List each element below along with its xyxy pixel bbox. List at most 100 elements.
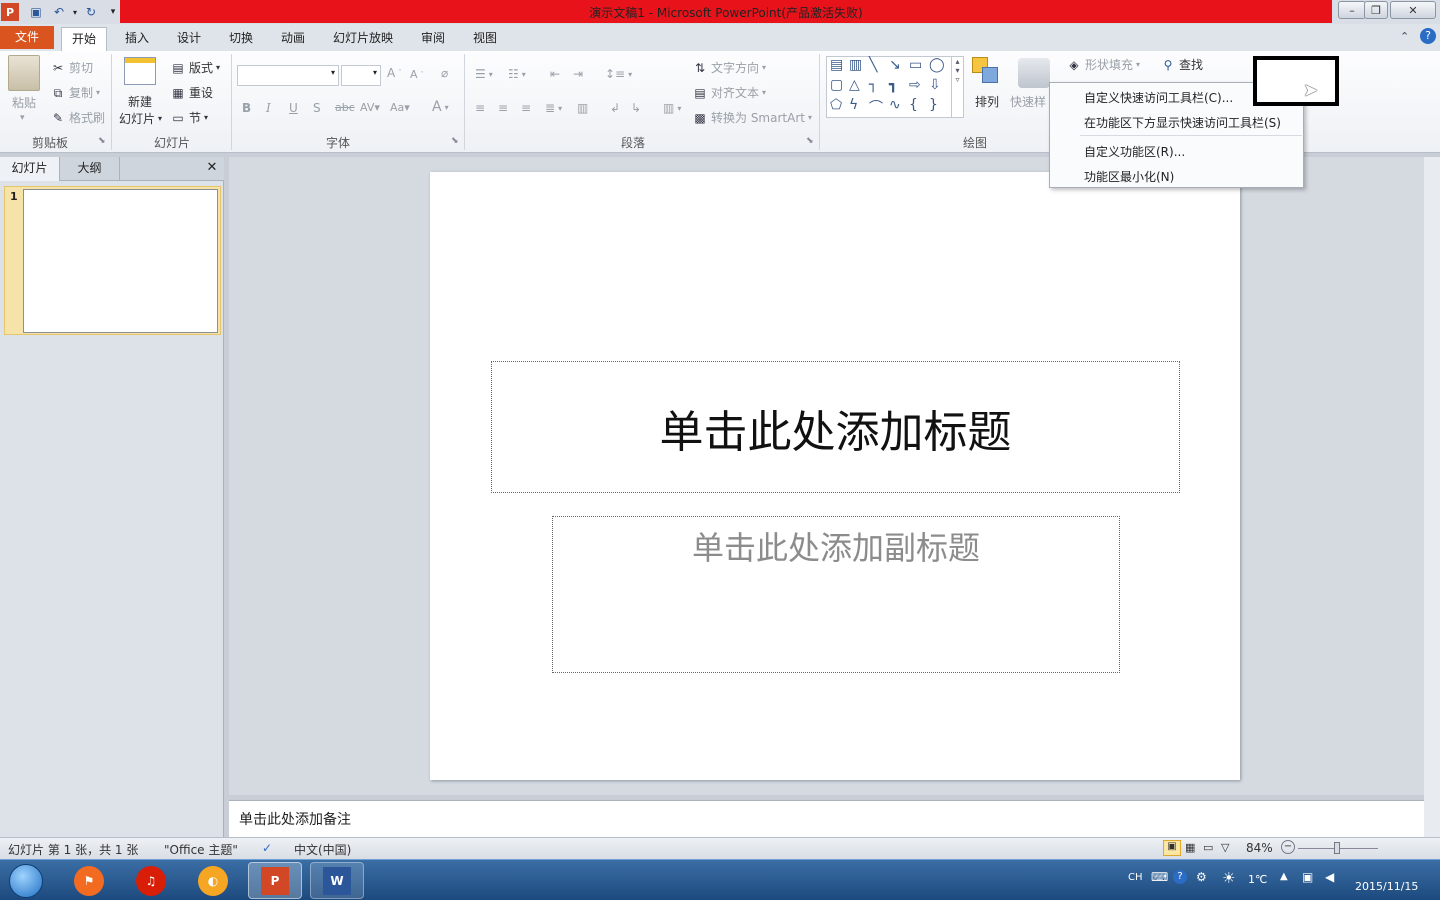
right-arrow-shape-icon[interactable]: ⇨ — [909, 77, 921, 93]
slideshow-view-icon[interactable]: ▽ — [1221, 841, 1229, 854]
align-left-icon[interactable]: ≡ — [475, 101, 485, 115]
freeform-shape-icon[interactable]: ⬠ — [830, 97, 842, 113]
shape-fill-button[interactable]: 形状填充 — [1085, 56, 1133, 73]
network-icon[interactable]: ▣ — [1302, 870, 1313, 884]
taskbar-netease-music[interactable]: ♫ — [124, 862, 178, 899]
bullets-icon[interactable]: ☰ ▾ — [475, 67, 493, 81]
lightning-shape-icon[interactable]: ϟ — [849, 97, 858, 113]
triangle-shape-icon[interactable]: △ — [849, 77, 860, 93]
right-brace-shape-icon[interactable]: } — [929, 97, 938, 113]
save-icon[interactable]: ▣ — [27, 3, 45, 21]
powerpoint-app-icon[interactable]: P — [1, 3, 19, 21]
clear-formatting-icon[interactable]: ⌀ — [441, 66, 448, 80]
cut-button[interactable]: 剪切 — [69, 59, 93, 76]
decrease-indent-icon[interactable]: ⇤ — [550, 67, 560, 81]
vertical-scrollbar[interactable] — [1424, 157, 1440, 837]
elbow-arrow-shape-icon[interactable]: ┓ — [889, 77, 897, 93]
proofing-icon[interactable]: ✓ — [262, 841, 272, 855]
change-case-icon[interactable]: Aa▾ — [390, 101, 410, 114]
shadow-icon[interactable]: S — [313, 101, 321, 115]
shapes-gallery[interactable]: ▤ ▥ ╲ ↘ ▭ ◯ ▢ △ ┐ ┓ ⇨ ⇩ ⬠ ϟ ⌒ ∿ { } ▴ ▾ ▿ — [826, 56, 964, 118]
elbow-connector-shape-icon[interactable]: ┐ — [869, 77, 877, 93]
align-center-icon[interactable]: ≡ — [498, 101, 508, 115]
tab-slideshow[interactable]: 幻灯片放映 — [323, 27, 403, 51]
numbering-icon[interactable]: ☷ ▾ — [508, 67, 526, 81]
ime-settings-icon[interactable]: ⚙ — [1196, 870, 1207, 884]
arrange-icon[interactable] — [972, 57, 1002, 87]
tab-design[interactable]: 设计 — [167, 27, 211, 51]
show-hidden-icons[interactable]: ▲ — [1280, 871, 1288, 882]
slide-sorter-icon[interactable]: ▦ — [1185, 841, 1195, 854]
tab-transitions[interactable]: 切换 — [219, 27, 263, 51]
rounded-rect-shape-icon[interactable]: ▢ — [830, 77, 843, 93]
font-color-icon[interactable]: A ▾ — [432, 99, 449, 115]
reading-view-icon[interactable]: ▭ — [1203, 841, 1213, 854]
subtitle-placeholder[interactable]: 单击此处添加副标题 — [552, 516, 1120, 673]
layout-button[interactable]: 版式 — [189, 59, 213, 76]
oval-shape-icon[interactable]: ◯ — [929, 57, 945, 73]
line-shape-icon[interactable]: ╲ — [869, 57, 877, 73]
copy-button[interactable]: 复制 — [69, 84, 93, 101]
down-arrow-shape-icon[interactable]: ⇩ — [929, 77, 941, 93]
italic-icon[interactable]: I — [266, 101, 271, 115]
menu-item-show-qat-below[interactable]: 在功能区下方显示快速访问工具栏(S) — [1084, 114, 1281, 131]
underline-icon[interactable]: U — [289, 101, 298, 115]
ime-indicator[interactable]: CH — [1128, 872, 1143, 883]
align-right-icon[interactable]: ≡ — [521, 101, 531, 115]
tab-home[interactable]: 开始 — [61, 27, 108, 51]
taskbar-app-1[interactable]: ⚑ — [62, 862, 116, 899]
tab-outline-pane[interactable]: 大纲 — [60, 157, 120, 181]
quick-styles-icon[interactable] — [1018, 58, 1050, 88]
reset-button[interactable]: 重设 — [189, 84, 213, 101]
zoom-out-icon[interactable]: − — [1281, 840, 1295, 854]
char-spacing-icon[interactable]: AV▾ — [360, 101, 380, 114]
ime-help-icon[interactable]: ? — [1173, 870, 1187, 884]
arc-shape-icon[interactable]: ⌒ — [869, 97, 883, 117]
help-icon[interactable]: ? — [1420, 28, 1436, 44]
tab-animations[interactable]: 动画 — [271, 27, 315, 51]
rectangle-shape-icon[interactable]: ▭ — [909, 57, 922, 73]
paste-button[interactable]: 粘贴 — [12, 94, 36, 111]
tab-insert[interactable]: 插入 — [115, 27, 159, 51]
new-slide-label-1[interactable]: 新建 — [128, 93, 152, 110]
normal-view-icon[interactable]: ▣ — [1163, 840, 1181, 856]
collapse-ribbon-icon[interactable]: ⌃ — [1400, 30, 1409, 43]
clock-date[interactable]: 2015/11/15 — [1355, 880, 1418, 893]
new-slide-dropdown-icon[interactable]: ▾ — [158, 114, 162, 123]
language-indicator[interactable]: 中文(中国) — [294, 841, 351, 858]
tab-view[interactable]: 视图 — [463, 27, 507, 51]
taskbar-word[interactable]: W — [310, 862, 364, 899]
tab-file[interactable]: 文件 — [0, 26, 54, 49]
format-painter-button[interactable]: 格式刷 — [69, 109, 105, 126]
columns-icon[interactable]: ▥ ▾ — [663, 101, 681, 115]
grow-font-icon[interactable]: Aˆ — [387, 66, 402, 80]
weather-sun-icon[interactable]: ☀ — [1222, 869, 1235, 887]
close-button[interactable]: ✕ — [1390, 1, 1436, 19]
menu-item-customize-qat[interactable]: 自定义快速访问工具栏(C)... — [1084, 89, 1233, 106]
zoom-level[interactable]: 84% — [1246, 841, 1273, 855]
arrow-line-shape-icon[interactable]: ↘ — [889, 57, 901, 73]
rtl-icon[interactable]: ↳ — [631, 101, 641, 115]
font-launcher-icon[interactable]: ⬊ — [451, 136, 459, 146]
new-slide-icon[interactable] — [124, 57, 156, 85]
curve-shape-icon[interactable]: ∿ — [889, 97, 901, 113]
slide-canvas[interactable]: 单击此处添加标题 单击此处添加副标题 — [430, 172, 1240, 780]
slide-thumbnail[interactable]: 1 — [4, 186, 221, 335]
increase-indent-icon[interactable]: ⇥ — [573, 67, 583, 81]
tab-review[interactable]: 审阅 — [411, 27, 455, 51]
font-size-combo[interactable]: ▾ — [341, 65, 381, 86]
volume-icon[interactable]: ◀ — [1325, 870, 1334, 884]
gallery-scroll-icon[interactable]: ▴ ▾ ▿ — [951, 57, 963, 117]
quick-styles-button[interactable]: 快速样 — [1010, 93, 1046, 110]
keyboard-icon[interactable]: ⌨ — [1151, 870, 1168, 884]
shrink-font-icon[interactable]: Aˇ — [410, 68, 424, 81]
taskbar-powerpoint[interactable]: P — [248, 862, 302, 899]
ltr-icon[interactable]: ↲ — [610, 101, 620, 115]
bold-icon[interactable]: B — [242, 101, 251, 115]
taskbar-app-3[interactable]: ◐ — [186, 862, 240, 899]
line-spacing-icon[interactable]: ↕≡ ▾ — [605, 67, 632, 81]
section-button[interactable]: 节 — [189, 109, 201, 126]
paragraph-launcher-icon[interactable]: ⬊ — [806, 136, 814, 146]
theme-name[interactable]: "Office 主题" — [164, 841, 238, 858]
align-text-button[interactable]: 对齐文本 — [711, 84, 759, 101]
